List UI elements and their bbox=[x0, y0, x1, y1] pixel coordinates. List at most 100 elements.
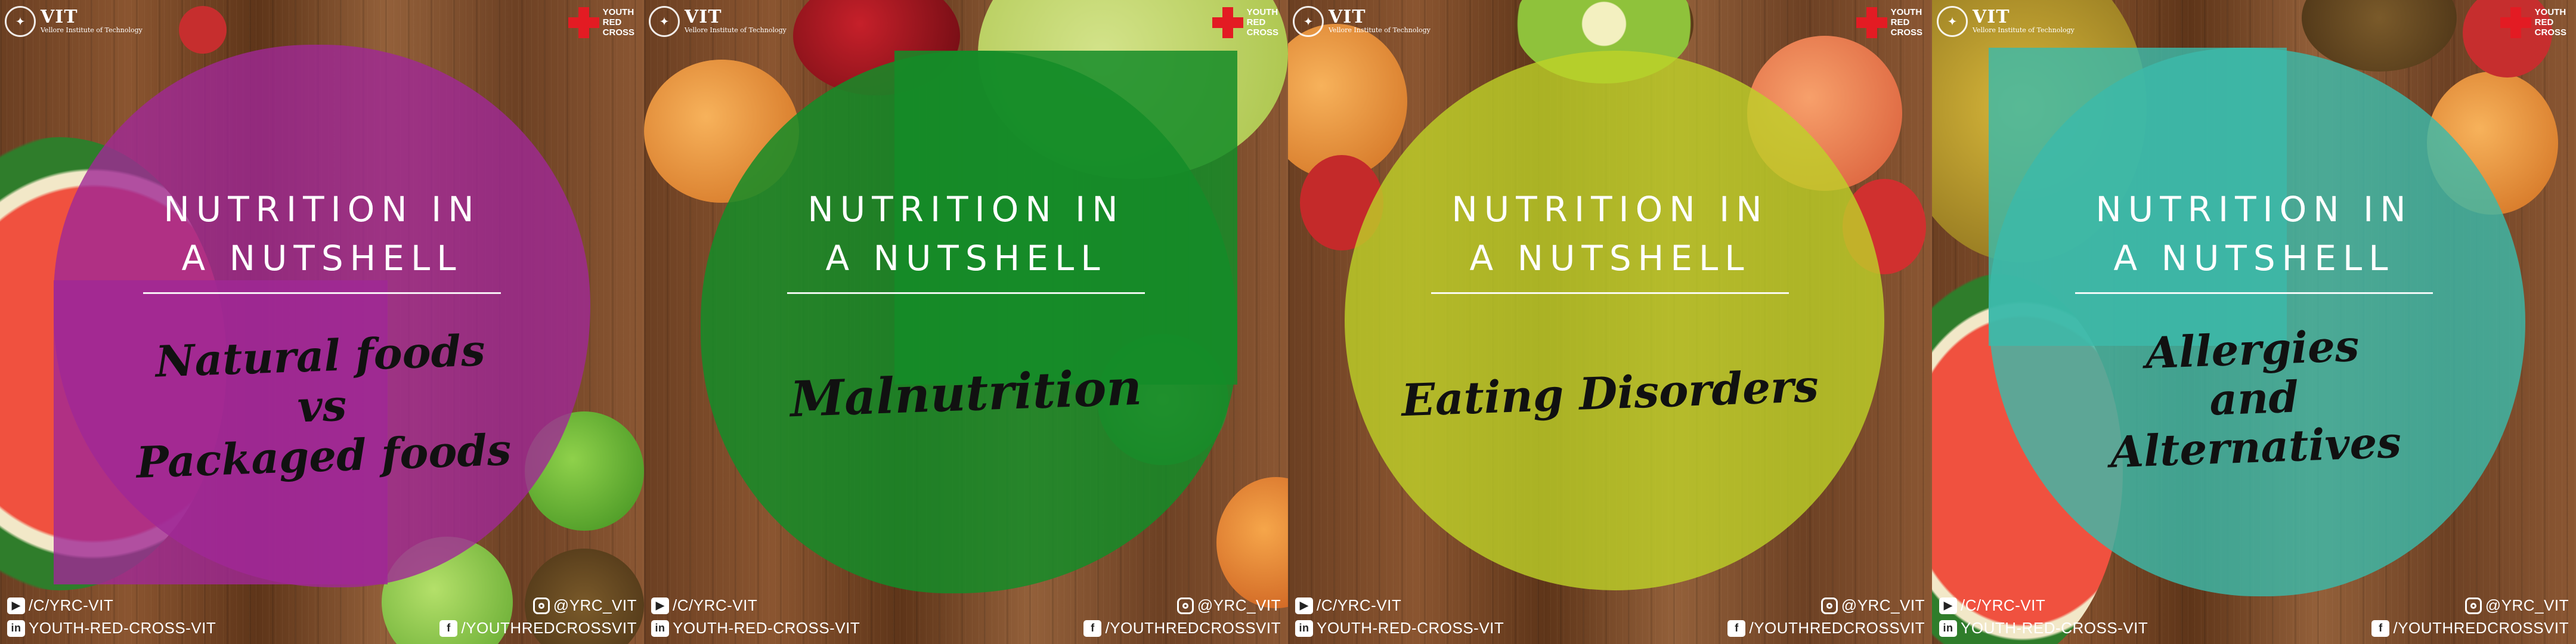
series-title: NUTRITION IN A NUTSHELL bbox=[0, 185, 644, 283]
facebook-handle-text: /YOUTHREDCROSSVIT bbox=[1749, 619, 1925, 637]
facebook-handle[interactable]: f/YOUTHREDCROSSVIT bbox=[1083, 619, 1281, 637]
yrc-line-3: CROSS bbox=[1890, 27, 1922, 38]
yrc-line-2: RED bbox=[1246, 17, 1266, 27]
vit-tagline: Vellore Institute of Technology bbox=[685, 26, 787, 34]
linkedin-handle[interactable]: in YOUTH-RED-CROSS-VIT bbox=[7, 619, 216, 637]
linkedin-handle-text: YOUTH-RED-CROSS-VIT bbox=[673, 619, 860, 637]
vit-wordmark: VIT bbox=[1329, 7, 1366, 27]
title-divider bbox=[787, 292, 1145, 294]
linkedin-icon: in bbox=[1939, 620, 1957, 637]
linkedin-icon: in bbox=[651, 620, 669, 637]
vit-tagline: Vellore Institute of Technology bbox=[1973, 26, 2075, 34]
yrc-line-1: YOUTH bbox=[602, 7, 634, 17]
vit-wordmark: VIT bbox=[1973, 7, 2010, 27]
instagram-handle[interactable]: @YRC_VIT bbox=[1820, 596, 1925, 615]
instagram-icon bbox=[1820, 597, 1838, 614]
title-divider bbox=[1431, 292, 1789, 294]
instagram-handle-text: @YRC_VIT bbox=[1197, 596, 1281, 614]
facebook-handle[interactable]: f/YOUTHREDCROSSVIT bbox=[2371, 619, 2569, 637]
youtube-icon: ▶ bbox=[651, 597, 669, 614]
series-title: NUTRITION IN A NUTSHELL bbox=[1288, 185, 1932, 283]
instagram-handle[interactable]: @YRC_VIT bbox=[532, 596, 637, 615]
facebook-icon: f bbox=[2371, 620, 2390, 637]
linkedin-handle-text: YOUTH-RED-CROSS-VIT bbox=[1317, 619, 1504, 637]
instagram-handle-text: @YRC_VIT bbox=[553, 596, 637, 614]
vit-logo: ✦ VIT Vellore Institute of Technology bbox=[1937, 6, 2075, 37]
vit-emblem-icon: ✦ bbox=[1937, 6, 1968, 37]
instagram-handle-text: @YRC_VIT bbox=[2485, 596, 2569, 614]
linkedin-icon: in bbox=[7, 620, 25, 637]
title-divider bbox=[2075, 292, 2433, 294]
instagram-handle[interactable]: @YRC_VIT bbox=[2464, 596, 2569, 615]
yrc-line-3: CROSS bbox=[2534, 27, 2566, 38]
facebook-handle-text: /YOUTHREDCROSSVIT bbox=[461, 619, 637, 637]
linkedin-handle[interactable]: in YOUTH-RED-CROSS-VIT bbox=[651, 619, 860, 637]
youtube-icon: ▶ bbox=[7, 597, 25, 614]
facebook-handle-text: /YOUTHREDCROSSVIT bbox=[1105, 619, 1281, 637]
youth-red-cross-logo: YOUTH RED CROSS bbox=[1856, 7, 1922, 38]
series-title: NUTRITION IN A NUTSHELL bbox=[644, 185, 1288, 283]
youtube-handle[interactable]: ▶/C/YRC-VIT bbox=[7, 596, 113, 615]
panel-malnutrition: ✦ VIT Vellore Institute of Technology YO… bbox=[644, 0, 1288, 644]
linkedin-handle[interactable]: in YOUTH-RED-CROSS-VIT bbox=[1295, 619, 1504, 637]
instagram-icon bbox=[2464, 597, 2482, 614]
instagram-icon bbox=[532, 597, 550, 614]
linkedin-icon: in bbox=[1295, 620, 1313, 637]
youtube-handle-text: /C/YRC-VIT bbox=[673, 596, 758, 614]
vit-emblem-icon: ✦ bbox=[649, 6, 680, 37]
instagram-handle[interactable]: @YRC_VIT bbox=[1176, 596, 1281, 615]
vit-logo: ✦ VIT Vellore Institute of Technology bbox=[649, 6, 787, 37]
yellow-circle-overlay bbox=[1345, 51, 1884, 590]
title-line-1: NUTRITION IN bbox=[163, 189, 481, 230]
facebook-handle[interactable]: f/YOUTHREDCROSSVIT bbox=[439, 619, 637, 637]
vit-logo: ✦ VIT Vellore Institute of Technology bbox=[1293, 6, 1431, 37]
title-line-2: A NUTSHELL bbox=[1469, 238, 1751, 278]
yrc-line-2: RED bbox=[1890, 17, 1910, 27]
title-line-2: A NUTSHELL bbox=[2113, 238, 2395, 278]
youtube-handle-text: /C/YRC-VIT bbox=[29, 596, 114, 614]
red-cross-icon bbox=[1856, 7, 1887, 38]
panel-allergies-alternatives: ✦ VIT Vellore Institute of Technology YO… bbox=[1932, 0, 2576, 644]
yrc-line-1: YOUTH bbox=[1890, 7, 1922, 17]
youtube-handle[interactable]: ▶/C/YRC-VIT bbox=[651, 596, 757, 615]
yrc-line-3: CROSS bbox=[1246, 27, 1278, 38]
series-title: NUTRITION IN A NUTSHELL bbox=[1932, 185, 2576, 283]
yrc-line-2: RED bbox=[602, 17, 622, 27]
youtube-handle[interactable]: ▶/C/YRC-VIT bbox=[1939, 596, 2045, 615]
instagram-handle-text: @YRC_VIT bbox=[1841, 596, 1925, 614]
yrc-line-1: YOUTH bbox=[2534, 7, 2566, 17]
red-cross-icon bbox=[2500, 7, 2531, 38]
yrc-line-2: RED bbox=[2534, 17, 2554, 27]
yrc-line-3: CROSS bbox=[602, 27, 634, 38]
topic-title: Natural foods vs Packaged foods bbox=[0, 320, 644, 493]
youth-red-cross-logo: YOUTH RED CROSS bbox=[1212, 7, 1278, 38]
title-line-1: NUTRITION IN bbox=[807, 189, 1125, 230]
yrc-line-1: YOUTH bbox=[1246, 7, 1278, 17]
panel-natural-vs-packaged: ✦ VIT Vellore Institute of Technology YO… bbox=[0, 0, 644, 644]
facebook-icon: f bbox=[439, 620, 458, 637]
title-line-2: A NUTSHELL bbox=[825, 238, 1107, 278]
title-line-2: A NUTSHELL bbox=[181, 238, 463, 278]
banner-strip: ✦ VIT Vellore Institute of Technology YO… bbox=[0, 0, 2576, 644]
instagram-icon bbox=[1176, 597, 1194, 614]
facebook-icon: f bbox=[1083, 620, 1102, 637]
youtube-handle[interactable]: ▶/C/YRC-VIT bbox=[1295, 596, 1401, 615]
youth-red-cross-logo: YOUTH RED CROSS bbox=[2500, 7, 2566, 38]
linkedin-handle[interactable]: in YOUTH-RED-CROSS-VIT bbox=[1939, 619, 2148, 637]
vit-wordmark: VIT bbox=[41, 7, 78, 27]
topic-title: Allergies and Alternatives bbox=[1932, 314, 2576, 483]
linkedin-handle-text: YOUTH-RED-CROSS-VIT bbox=[1961, 619, 2148, 637]
red-cross-icon bbox=[568, 7, 599, 38]
facebook-handle[interactable]: f/YOUTHREDCROSSVIT bbox=[1727, 619, 1925, 637]
title-divider bbox=[143, 292, 501, 294]
facebook-handle-text: /YOUTHREDCROSSVIT bbox=[2393, 619, 2569, 637]
youtube-icon: ▶ bbox=[1939, 597, 1957, 614]
youtube-icon: ▶ bbox=[1295, 597, 1313, 614]
youtube-handle-text: /C/YRC-VIT bbox=[1961, 596, 2046, 614]
vit-tagline: Vellore Institute of Technology bbox=[1329, 26, 1431, 34]
vit-tagline: Vellore Institute of Technology bbox=[41, 26, 143, 34]
red-cross-icon bbox=[1212, 7, 1243, 38]
youth-red-cross-logo: YOUTH RED CROSS bbox=[568, 7, 634, 38]
facebook-icon: f bbox=[1727, 620, 1746, 637]
vit-logo: ✦ VIT Vellore Institute of Technology bbox=[5, 6, 143, 37]
